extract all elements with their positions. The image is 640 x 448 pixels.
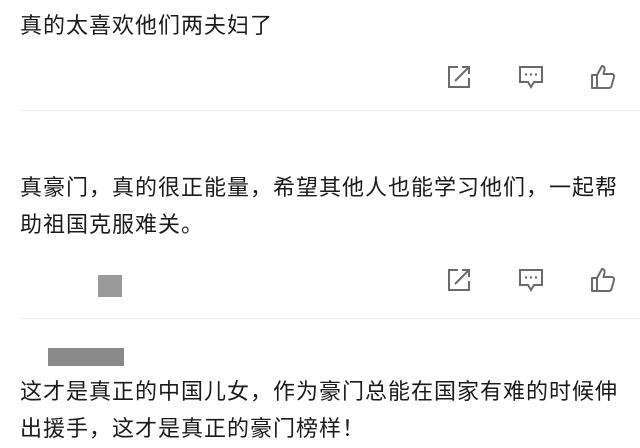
redacted-avatar — [98, 275, 122, 297]
share-icon — [448, 269, 470, 291]
share-icon — [448, 66, 470, 88]
comment-divider — [20, 110, 640, 111]
share-button[interactable] — [444, 62, 474, 92]
comment-icon — [519, 66, 543, 89]
comment-divider — [20, 318, 640, 319]
comment-button[interactable] — [516, 265, 546, 295]
comment-actions — [444, 265, 618, 295]
share-button[interactable] — [444, 265, 474, 295]
comment-text: 这才是真正的中国儿女，作为豪门总能在国家有难的时候伸出援手，这才是真正的豪门榜样… — [20, 380, 619, 442]
like-button[interactable] — [588, 265, 618, 295]
thumbs-up-icon — [591, 268, 616, 292]
comment-button[interactable] — [516, 62, 546, 92]
comment-text: 真豪门，真的很正能量，希望其他人也能学习他们，一起帮助祖国克服难关。 — [20, 176, 619, 238]
comment-text: 真的太喜欢他们两夫妇了 — [20, 14, 274, 39]
comment-actions — [444, 62, 618, 92]
like-button[interactable] — [588, 62, 618, 92]
comment-icon — [519, 269, 543, 292]
redacted-username — [48, 348, 124, 366]
thumbs-up-icon — [591, 65, 616, 89]
